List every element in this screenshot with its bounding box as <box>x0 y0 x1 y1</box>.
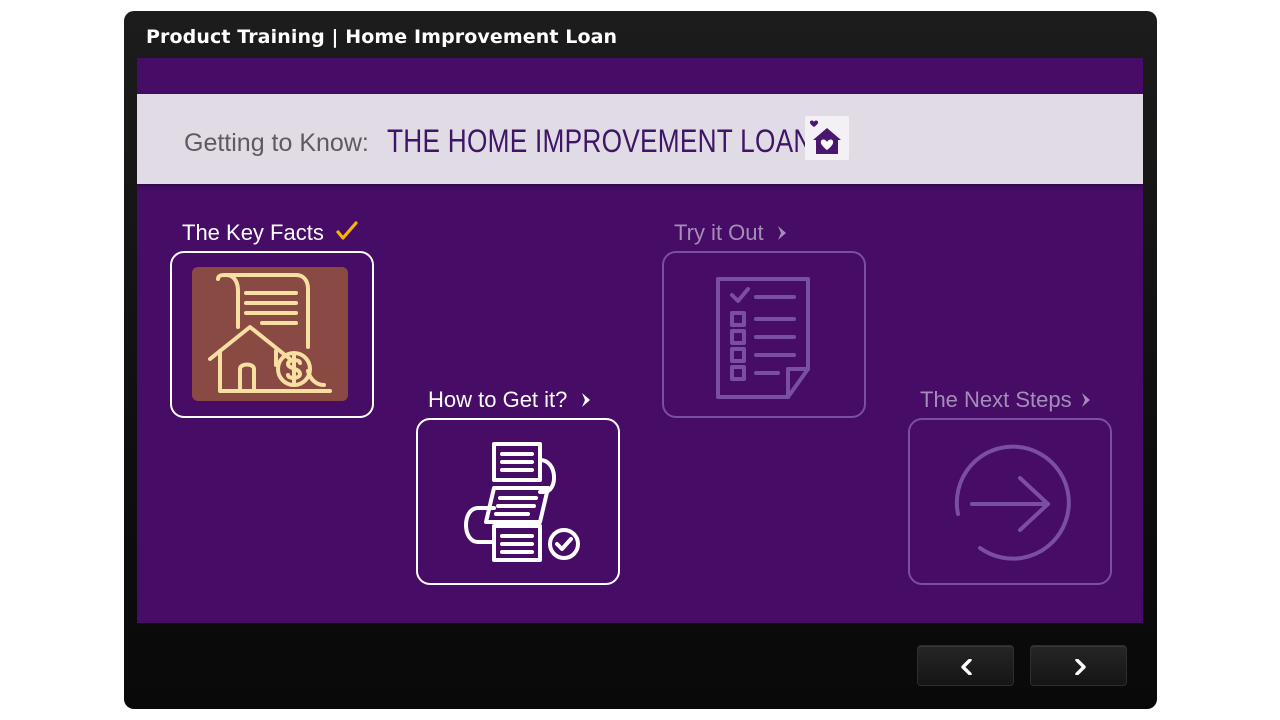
tile-label-next-steps: The Next Steps <box>920 387 1094 414</box>
loan-document-house-dollar-icon <box>192 267 348 401</box>
course-title: Product Training | Home Improvement Loan <box>146 26 618 48</box>
arrow-circle-right-icon <box>950 442 1074 571</box>
banner-title: THE HOME IMPROVEMENT LOAN <box>387 123 813 159</box>
chevron-right-icon <box>1075 659 1086 675</box>
chevron-right-icon <box>1080 388 1094 414</box>
slide-stage: Getting to Know: THE HOME IMPROVEMENT LO… <box>137 58 1143 623</box>
tile-next-steps[interactable] <box>908 418 1112 585</box>
tile-label-text: The Next Steps <box>920 387 1072 412</box>
tile-label-text: Try it Out <box>674 220 764 245</box>
tile-try-it-out[interactable] <box>662 251 866 418</box>
tile-label-how-to-get-it: How to Get it? <box>428 387 594 414</box>
banner-lead-text: Getting to Know: <box>184 129 369 157</box>
tile-label-text: How to Get it? <box>428 387 568 412</box>
next-slide-button[interactable] <box>1030 645 1127 686</box>
process-flow-icon <box>454 438 586 571</box>
tile-key-facts[interactable] <box>170 251 374 418</box>
tile-label-try-it-out: Try it Out <box>674 220 790 247</box>
house-heart-icon <box>805 116 849 160</box>
tile-how-to-get-it[interactable] <box>416 418 620 585</box>
tile-label-text: The Key Facts <box>182 220 324 245</box>
checkmark-icon <box>336 221 358 247</box>
tile-label-key-facts: The Key Facts <box>182 220 358 247</box>
previous-slide-button[interactable] <box>917 645 1014 686</box>
slide-banner: Getting to Know: THE HOME IMPROVEMENT LO… <box>137 94 1143 184</box>
checklist-icon <box>714 275 814 406</box>
chevron-right-icon <box>776 221 790 247</box>
course-player: Product Training | Home Improvement Loan… <box>124 11 1157 709</box>
chevron-right-icon <box>580 388 594 414</box>
chevron-left-icon <box>961 659 972 675</box>
